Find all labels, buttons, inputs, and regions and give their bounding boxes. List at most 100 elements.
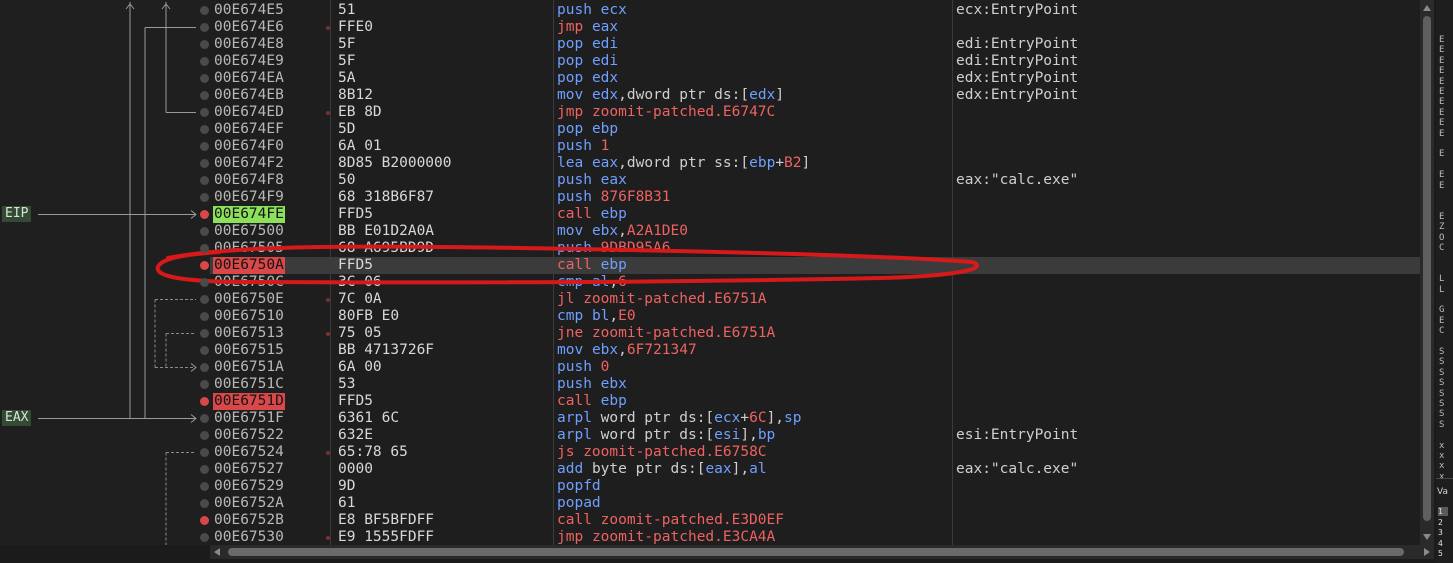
row-bytes: FFD5 xyxy=(338,257,373,273)
disasm-row[interactable]: 00E67500 BB E01D2A0A mov ebx,A2A1DE0 xyxy=(210,223,1420,240)
stack-row-number[interactable]: 2 xyxy=(1438,518,1448,527)
breakpoint-slot-icon[interactable] xyxy=(200,193,209,202)
disasm-row[interactable]: 00E67515 BB 4713726F mov ebx,6F721347 xyxy=(210,342,1420,359)
breakpoint-slot-icon[interactable] xyxy=(200,125,209,134)
row-instruction: js zoomit-patched.E6758C xyxy=(557,444,767,461)
stack-row-number[interactable]: 5 xyxy=(1438,549,1448,558)
breakpoint-slot-icon[interactable] xyxy=(200,329,209,338)
breakpoint-slot-icon[interactable] xyxy=(200,176,209,185)
disasm-row[interactable]: 00E674E6 FFE0 jmp eax xyxy=(210,19,1420,36)
disasm-row[interactable]: 00E67524 65:78 65 js zoomit-patched.E6758C xyxy=(210,444,1420,461)
horizontal-scrollbar[interactable] xyxy=(210,545,1434,559)
row-mnemonic: call xyxy=(557,257,592,273)
breakpoint-slot-icon[interactable] xyxy=(200,244,209,253)
stack-row-number[interactable]: 4 xyxy=(1438,539,1448,548)
disasm-row[interactable]: 00E6751D FFD5 call ebp xyxy=(210,393,1420,410)
row-operands: edx xyxy=(591,70,619,86)
disasm-row[interactable]: 00E67527 0000 add byte ptr ds:[eax],al eax:… xyxy=(210,461,1420,478)
breakpoint-slot-icon[interactable] xyxy=(200,465,209,474)
breakpoint-dot-icon[interactable] xyxy=(200,516,209,525)
stack-tab-label[interactable]: Va xyxy=(1437,487,1448,497)
register-flag-label: C xyxy=(1439,243,1445,253)
disasm-row[interactable]: 00E674FE FFD5 call ebp xyxy=(210,206,1420,223)
disasm-row[interactable]: 00E674E8 5F pop edi edi:EntryPoint xyxy=(210,36,1420,53)
disasm-row[interactable]: 00E674F8 50 push eax eax:"calc.exe" xyxy=(210,172,1420,189)
register-flag-label: E xyxy=(1439,87,1445,97)
row-address: 00E6751A xyxy=(214,359,284,375)
disasm-row[interactable]: 00E67530 E9 1555FDFF jmp zoomit-patched.E3… xyxy=(210,529,1420,546)
disasm-row[interactable]: 00E6750A FFD5 call ebp xyxy=(210,257,1420,274)
row-mnemonic: pop xyxy=(557,121,584,137)
breakpoint-slot-icon[interactable] xyxy=(200,380,209,389)
breakpoint-slot-icon[interactable] xyxy=(200,227,209,236)
breakpoint-slot-icon[interactable] xyxy=(200,142,209,151)
row-instruction: call ebp xyxy=(557,206,627,223)
vertical-scroll-thumb[interactable] xyxy=(1423,16,1431,521)
row-instruction: push ecx xyxy=(557,2,627,19)
breakpoint-slot-icon[interactable] xyxy=(200,23,209,32)
row-mnemonic: mov xyxy=(557,342,584,358)
breakpoint-dot-icon[interactable] xyxy=(200,261,209,270)
row-address: 00E674F2 xyxy=(214,155,284,171)
breakpoint-slot-icon[interactable] xyxy=(200,499,209,508)
breakpoint-slot-icon[interactable] xyxy=(200,278,209,287)
disasm-row[interactable]: 00E6751C 53 push ebx xyxy=(210,376,1420,393)
breakpoint-slot-icon[interactable] xyxy=(200,40,209,49)
breakpoint-slot-icon[interactable] xyxy=(200,431,209,440)
row-instruction: push 876F8B31 xyxy=(557,189,671,206)
vertical-scrollbar[interactable] xyxy=(1420,0,1434,545)
disasm-row[interactable]: 00E674F0 6A 01 push 1 xyxy=(210,138,1420,155)
disasm-row[interactable]: 00E67505 68 A695BD9D push 9DBD95A6 xyxy=(210,240,1420,257)
row-address: 00E674EB xyxy=(214,87,284,103)
row-mnemonic: push xyxy=(557,2,592,18)
disasm-row[interactable]: 00E67510 80FB E0 cmp bl,E0 xyxy=(210,308,1420,325)
disasm-row[interactable]: 00E674E9 5F pop edi edi:EntryPoint xyxy=(210,53,1420,70)
disasm-row[interactable]: 00E67522 632E arpl word ptr ds:[esi],bp esi… xyxy=(210,427,1420,444)
stack-row-number[interactable]: 3 xyxy=(1438,528,1448,537)
scroll-left-icon[interactable] xyxy=(214,548,220,556)
breakpoint-slot-icon[interactable] xyxy=(200,533,209,542)
disasm-row[interactable]: 00E6752A 61 popad xyxy=(210,495,1420,512)
breakpoint-slot-icon[interactable] xyxy=(200,363,209,372)
disasm-row[interactable]: 00E6750E 7C 0A jl zoomit-patched.E6751A xyxy=(210,291,1420,308)
row-bytes: 632E xyxy=(338,427,373,443)
breakpoint-slot-icon[interactable] xyxy=(200,346,209,355)
disasm-row[interactable]: 00E674EB 8B12 mov edx,dword ptr ds:[edx] ed… xyxy=(210,87,1420,104)
row-address: 00E6752A xyxy=(214,495,284,511)
disasm-row[interactable]: 00E674EF 5D pop ebp xyxy=(210,121,1420,138)
row-mnemonic: jne xyxy=(557,325,584,341)
scroll-right-icon[interactable] xyxy=(1424,548,1430,556)
disassembly-view[interactable]: 00E674E5 51 push ecx ecx:EntryPoint 00E674E6… xyxy=(210,0,1420,545)
disasm-row[interactable]: 00E67529 9D popfd xyxy=(210,478,1420,495)
disasm-row[interactable]: 00E67513 75 05 jne zoomit-patched.E6751A xyxy=(210,325,1420,342)
disasm-row[interactable]: 00E674EA 5A pop edx edx:EntryPoint xyxy=(210,70,1420,87)
breakpoint-slot-icon[interactable] xyxy=(200,74,209,83)
register-flag-label: E xyxy=(1439,118,1445,129)
row-address: 00E674E6 xyxy=(214,19,284,35)
breakpoint-slot-icon[interactable] xyxy=(200,159,209,168)
breakpoint-slot-icon[interactable] xyxy=(200,414,209,423)
disasm-row[interactable]: 00E674F9 68 318B6F87 push 876F8B31 xyxy=(210,189,1420,206)
breakpoint-dot-icon[interactable] xyxy=(200,397,209,406)
disasm-row[interactable]: 00E674ED EB 8D jmp zoomit-patched.E6747C xyxy=(210,104,1420,121)
row-comment: edi:EntryPoint xyxy=(956,36,1079,52)
scroll-down-icon[interactable] xyxy=(1423,534,1431,540)
breakpoint-slot-icon[interactable] xyxy=(200,108,209,117)
breakpoint-slot-icon[interactable] xyxy=(200,482,209,491)
breakpoint-slot-icon[interactable] xyxy=(200,6,209,15)
breakpoint-slot-icon[interactable] xyxy=(200,448,209,457)
disasm-row[interactable]: 00E674E5 51 push ecx ecx:EntryPoint xyxy=(210,2,1420,19)
breakpoint-slot-icon[interactable] xyxy=(200,295,209,304)
stack-row-number[interactable]: 1 xyxy=(1438,507,1448,516)
disasm-row[interactable]: 00E6752B E8 BF5BFDFF call zoomit-patched.E… xyxy=(210,512,1420,529)
disasm-row[interactable]: 00E6751F 6361 6C arpl word ptr ds:[ecx+6C]… xyxy=(210,410,1420,427)
horizontal-scroll-thumb[interactable] xyxy=(228,548,1404,556)
breakpoint-slot-icon[interactable] xyxy=(200,57,209,66)
breakpoint-dot-icon[interactable] xyxy=(200,210,209,219)
disasm-row[interactable]: 00E674F2 8D85 B2000000 lea eax,dword ptr s… xyxy=(210,155,1420,172)
disasm-row[interactable]: 00E6750C 3C 06 cmp al,6 xyxy=(210,274,1420,291)
breakpoint-slot-icon[interactable] xyxy=(200,312,209,321)
disasm-row[interactable]: 00E6751A 6A 00 push 0 xyxy=(210,359,1420,376)
breakpoint-slot-icon[interactable] xyxy=(200,91,209,100)
scroll-up-icon[interactable] xyxy=(1423,5,1431,11)
